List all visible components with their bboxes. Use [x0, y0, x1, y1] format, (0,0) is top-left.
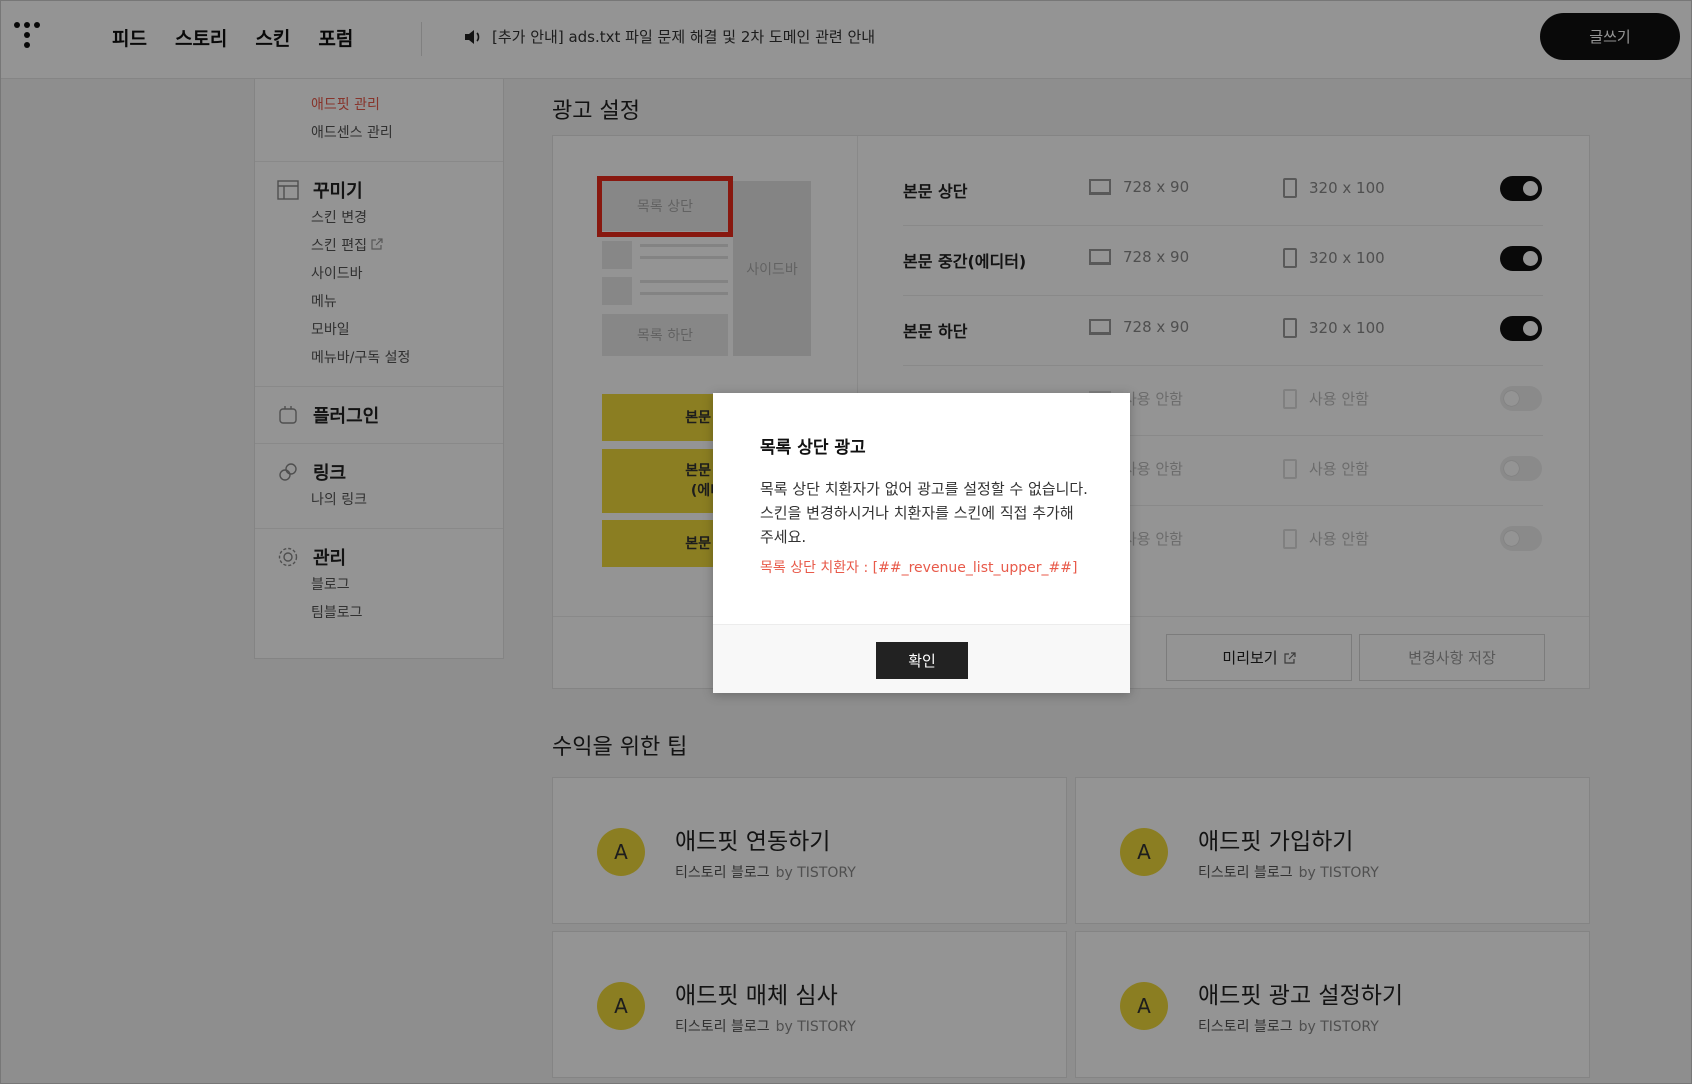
confirm-button[interactable]: 확인	[876, 642, 968, 679]
alert-dialog: 목록 상단 광고 목록 상단 치환자가 없어 광고를 설정할 수 없습니다. 스…	[713, 393, 1130, 693]
dialog-message: 목록 상단 치환자가 없어 광고를 설정할 수 없습니다. 스킨을 변경하시거나…	[760, 480, 1088, 546]
dialog-title: 목록 상단 광고	[760, 438, 866, 458]
dialog-code: 목록 상단 치환자 : [##_revenue_list_upper_##]	[760, 560, 1078, 576]
dialog-footer: 확인	[713, 624, 1130, 693]
